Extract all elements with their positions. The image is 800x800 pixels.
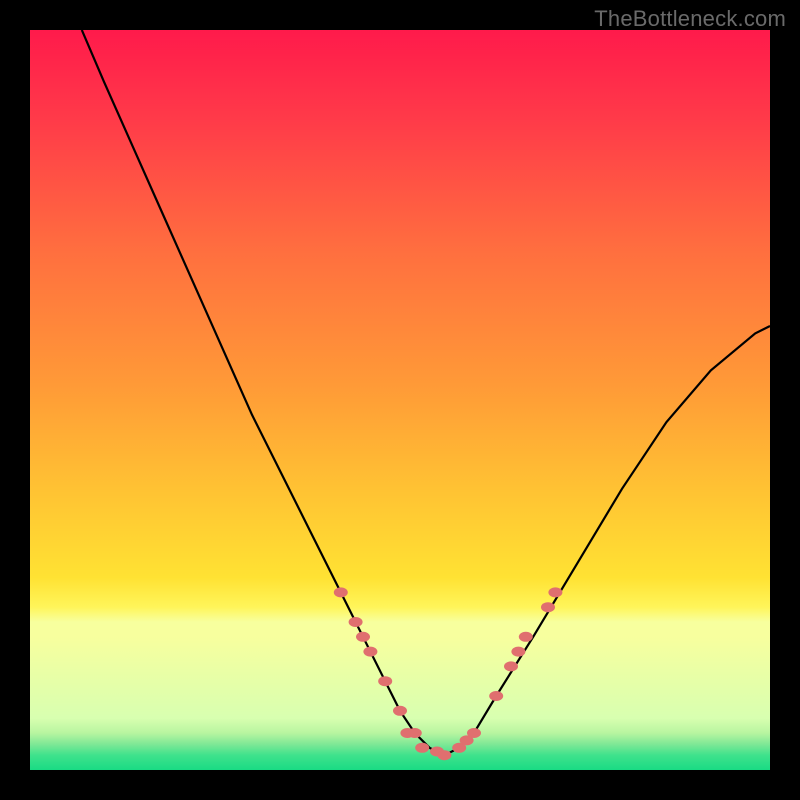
marker-dot <box>511 647 525 657</box>
marker-dot <box>349 617 363 627</box>
marker-dot <box>519 632 533 642</box>
plot-area <box>30 30 770 770</box>
marker-dot <box>489 691 503 701</box>
marker-dot <box>363 647 377 657</box>
plot-svg <box>30 30 770 770</box>
marker-dot <box>334 587 348 597</box>
marker-dot <box>415 743 429 753</box>
marker-dot <box>504 661 518 671</box>
marker-dot <box>393 706 407 716</box>
marker-dot <box>356 632 370 642</box>
watermark-text: TheBottleneck.com <box>594 6 786 32</box>
marker-dot <box>378 676 392 686</box>
marker-dot <box>408 728 422 738</box>
marker-dot <box>437 750 451 760</box>
gradient-background <box>30 30 770 770</box>
marker-dot <box>467 728 481 738</box>
marker-dot <box>541 602 555 612</box>
chart-frame: TheBottleneck.com <box>0 0 800 800</box>
marker-dot <box>548 587 562 597</box>
